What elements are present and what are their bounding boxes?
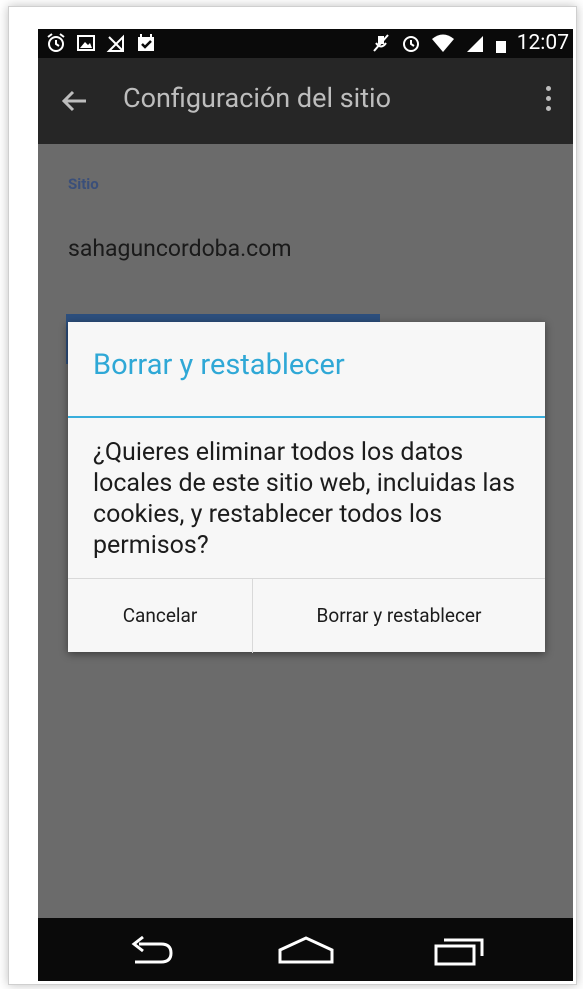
navigation-bar: [38, 918, 573, 981]
clear-and-reset-button[interactable]: Borrar y restablecer: [253, 579, 545, 653]
arrow-back-icon[interactable]: [60, 86, 90, 116]
dialog-title: Borrar y restablecer: [93, 348, 345, 382]
clear-reset-dialog: Borrar y restablecer ¿Quieres eliminar t…: [68, 322, 545, 653]
mute-icon: [371, 33, 391, 53]
section-label-site: Sitio: [68, 175, 99, 193]
dialog-title-divider: [68, 416, 545, 418]
battery-icon: [495, 33, 507, 53]
wifi-icon: [431, 33, 455, 53]
dialog-message: ¿Quieres eliminar todos los datos locale…: [93, 438, 516, 560]
cancel-button[interactable]: Cancelar: [68, 579, 253, 653]
nav-home-icon[interactable]: [276, 932, 336, 968]
status-time: 12:07: [516, 31, 569, 55]
signal-icon: [465, 33, 485, 53]
screenshot-frame: 12:07 Configuración del sitio Sitio saha…: [8, 6, 577, 985]
calendar-check-icon: [136, 33, 156, 53]
dialog-button-row: Cancelar Borrar y restablecer: [68, 578, 545, 653]
more-vert-icon[interactable]: [543, 86, 553, 116]
phone-screen: 12:07 Configuración del sitio Sitio saha…: [38, 29, 573, 981]
nav-back-icon[interactable]: [121, 932, 181, 968]
status-bar: 12:07: [38, 29, 573, 58]
site-url: sahaguncordoba.com: [68, 235, 292, 262]
nav-recents-icon[interactable]: [428, 932, 488, 968]
alarm-icon: [46, 33, 66, 53]
app-bar: Configuración del sitio: [38, 58, 573, 144]
image-icon: [76, 33, 96, 53]
page-title: Configuración del sitio: [123, 82, 392, 114]
signal-muted-icon: [106, 33, 126, 53]
alarm-icon: [401, 33, 421, 53]
